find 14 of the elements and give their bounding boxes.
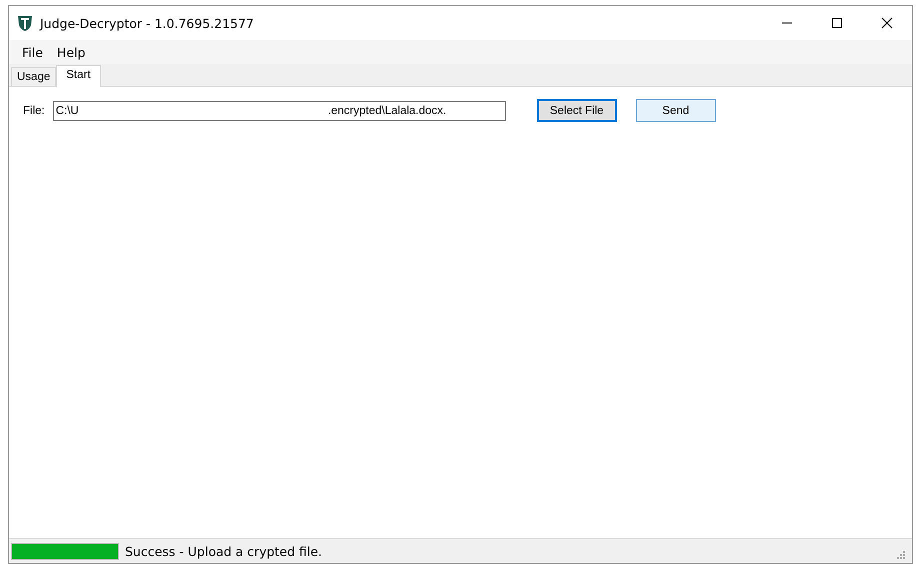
menu-item[interactable]: File [15, 42, 50, 62]
file-path-field[interactable]: C:\U .encrypted\Lalala.docx. [52, 100, 506, 120]
field-label: File: [23, 104, 45, 116]
tab[interactable]: Usage [11, 67, 56, 86]
action-button[interactable]: Select File [536, 99, 617, 122]
tab[interactable]: Start [56, 65, 101, 87]
resize-grip-icon [896, 550, 906, 560]
window-title: Judge-Decryptor - 1.0.7695.21577 [40, 16, 254, 30]
shield-icon [16, 14, 34, 32]
close-icon [881, 17, 893, 29]
menu-item[interactable]: Help [50, 42, 92, 62]
maximize-icon [831, 17, 843, 29]
status-message: Success - Upload a crypted file. [125, 544, 322, 558]
action-button[interactable]: Send [636, 99, 716, 122]
